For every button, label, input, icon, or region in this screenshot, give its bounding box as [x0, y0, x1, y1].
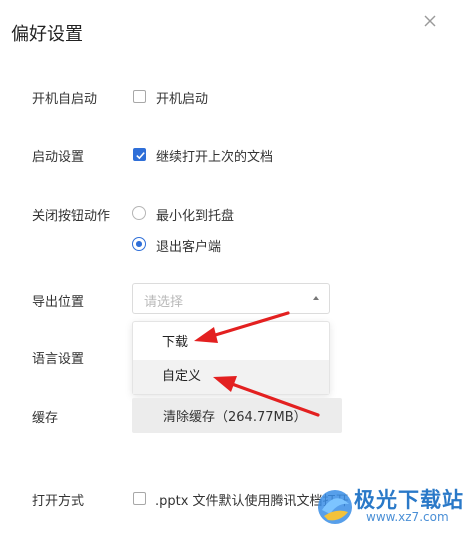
preferences-dialog: 偏好设置 开机自启动 开机启动 启动设置 继续打开上次的文档 关闭按钮动作 最小… — [0, 0, 468, 534]
close-icon[interactable] — [421, 12, 439, 30]
radio-minimize-to-tray[interactable] — [132, 206, 146, 220]
open-mode-label: 打开方式 — [32, 494, 85, 509]
export-label: 导出位置 — [32, 295, 85, 310]
clear-cache-button[interactable]: 清除缓存（264.77MB） — [132, 398, 342, 433]
language-label: 语言设置 — [32, 352, 85, 367]
radio-minimize-label: 最小化到托盘 — [156, 209, 235, 224]
launch-checkbox[interactable] — [133, 148, 146, 161]
export-location-select[interactable]: 请选择 — [132, 283, 330, 314]
launch-option-label: 继续打开上次的文档 — [156, 150, 274, 165]
watermark-url: www.xz7.com — [366, 510, 449, 524]
radio-exit-client[interactable] — [132, 237, 146, 251]
close-action-label: 关闭按钮动作 — [32, 209, 111, 224]
dropdown-option-download[interactable]: 下载 — [133, 326, 329, 360]
startup-label: 开机自启动 — [32, 92, 98, 107]
open-mode-checkbox[interactable] — [133, 492, 146, 505]
startup-checkbox[interactable] — [133, 90, 146, 103]
launch-label: 启动设置 — [32, 150, 85, 165]
cache-label: 缓存 — [32, 411, 59, 426]
startup-option-label: 开机启动 — [156, 92, 209, 107]
export-location-dropdown: 下载 自定义 — [132, 321, 330, 395]
annotation-arrows — [194, 311, 320, 417]
caret-up-icon — [313, 296, 319, 300]
export-select-placeholder: 请选择 — [144, 295, 184, 310]
radio-exit-label: 退出客户端 — [156, 240, 222, 255]
check-icon — [136, 152, 145, 160]
dropdown-option-custom[interactable]: 自定义 — [133, 360, 329, 394]
dialog-title: 偏好设置 — [11, 24, 83, 45]
